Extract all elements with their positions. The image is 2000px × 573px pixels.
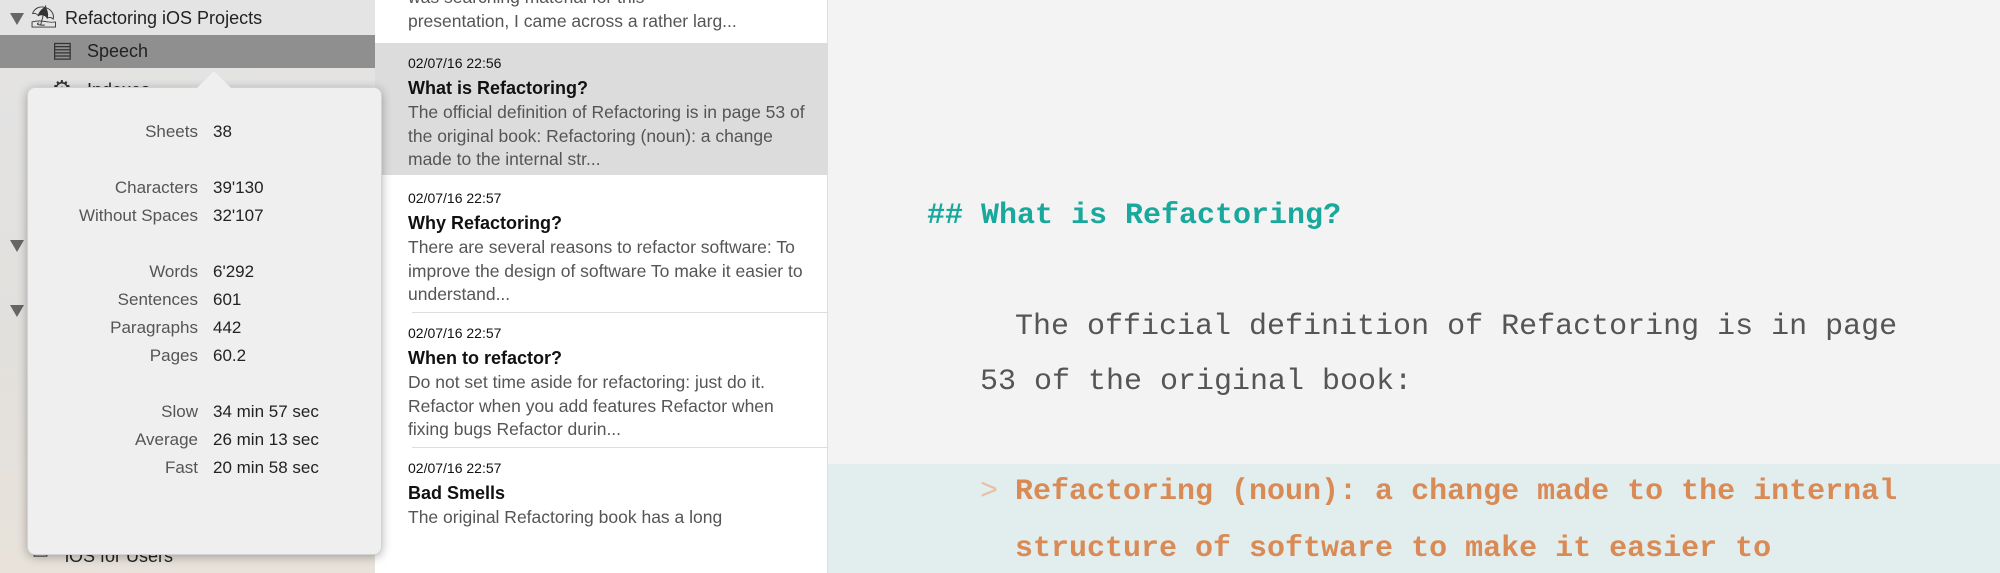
stat-row: Average 26 min 13 sec xyxy=(28,430,383,452)
stat-label: Without Spaces xyxy=(78,206,198,225)
stat-label: Sentences xyxy=(117,290,198,309)
item-date: 02/07/16 22:57 xyxy=(408,325,502,341)
item-date: 02/07/16 22:57 xyxy=(408,460,502,476)
stat-row: Words 6'292 xyxy=(28,262,383,284)
stat-label: Characters xyxy=(114,178,198,197)
stat-value: 34 min 57 sec xyxy=(213,402,319,421)
stat-value: 601 xyxy=(213,290,242,309)
disclosure-triangle-icon[interactable] xyxy=(10,13,24,25)
keynote-icon: ⛱ xyxy=(30,4,58,29)
stat-value: 39'130 xyxy=(213,178,264,197)
item-date: 02/07/16 22:56 xyxy=(408,55,502,71)
sidebar-item-project[interactable]: ⛱ Refactoring iOS Projects xyxy=(0,2,375,35)
stat-label: Average xyxy=(134,430,198,449)
item-preview: The original Refactoring book has a long xyxy=(408,507,723,527)
stat-label: Paragraphs xyxy=(110,318,198,337)
sidebar-item-label: Refactoring iOS Projects xyxy=(65,8,263,28)
stat-label: Fast xyxy=(164,458,198,477)
stat-label: Pages xyxy=(149,346,198,365)
stat-row: Without Spaces 32'107 xyxy=(28,206,383,228)
stat-row: Pages 60.2 xyxy=(28,346,383,368)
sheet-list: was searching material for this presenta… xyxy=(375,0,832,573)
popover-arrow xyxy=(196,71,232,89)
item-preview: There are several reasons to refactor so… xyxy=(408,237,803,304)
statistics-popover: Sheets 38 Characters 39'130 Without Spaces 32… xyxy=(27,71,383,555)
stat-label: Slow xyxy=(161,402,198,421)
stat-row: Fast 20 min 58 sec xyxy=(28,458,383,480)
quote-marker: > xyxy=(980,475,999,509)
sidebar-item-label: Speech xyxy=(87,41,149,61)
item-title: Why Refactoring? xyxy=(408,213,563,233)
preview-line: presentation, I came across a rather lar… xyxy=(408,10,737,31)
item-date: 02/07/16 22:57 xyxy=(408,190,502,206)
stat-row: Sheets 38 xyxy=(28,122,383,144)
stat-value: 442 xyxy=(213,318,242,337)
stat-value: 20 min 58 sec xyxy=(213,458,319,477)
editor-heading: ## What is Refactoring? xyxy=(927,199,1342,233)
editor-paragraph-line: 53 of the original book: xyxy=(980,365,1413,399)
stat-label: Words xyxy=(149,262,198,281)
stat-row: Sentences 601 xyxy=(28,290,383,312)
list-item[interactable]: 02/07/16 22:56 What is Refactoring? The … xyxy=(375,43,827,175)
disclosure-triangle-icon[interactable] xyxy=(10,305,24,317)
stat-value: 6'292 xyxy=(213,262,255,281)
blockquote: > Refactoring (noun): a change made to t… xyxy=(828,464,2000,573)
item-title: What is Refactoring? xyxy=(408,78,589,98)
stat-value: 60.2 xyxy=(213,346,247,365)
stat-row: Paragraphs 442 xyxy=(28,318,383,340)
sidebar-item-speech[interactable]: ▤ Speech xyxy=(0,35,375,68)
stat-value: 38 xyxy=(213,122,232,141)
stat-row: Slow 34 min 57 sec xyxy=(28,402,383,424)
preview-line: was searching material for this xyxy=(408,0,737,10)
stat-label: Sheets xyxy=(145,122,198,141)
document-icon: ▤ xyxy=(52,37,73,62)
list-item[interactable]: 02/07/16 22:57 Bad Smells The original R… xyxy=(375,448,827,573)
quote-line: structure of software to make it easier … xyxy=(1015,532,1772,566)
item-preview: Do not set time aside for refactoring: j… xyxy=(408,372,774,439)
editor[interactable]: ## What is Refactoring? The official def… xyxy=(828,0,2000,573)
stat-value: 32'107 xyxy=(213,206,264,225)
quote-line: Refactoring (noun): a change made to the… xyxy=(1015,475,1898,509)
disclosure-triangle-icon[interactable] xyxy=(10,240,24,252)
editor-paragraph-line: The official definition of Refactoring i… xyxy=(1015,310,1898,344)
partial-preview: was searching material for this presenta… xyxy=(408,0,737,33)
item-title: Bad Smells xyxy=(408,483,506,503)
item-title: When to refactor? xyxy=(408,348,563,368)
stat-value: 26 min 13 sec xyxy=(213,430,319,449)
stat-row: Characters 39'130 xyxy=(28,178,383,200)
list-item[interactable]: 02/07/16 22:57 When to refactor? Do not … xyxy=(375,313,827,447)
list-item[interactable]: 02/07/16 22:57 Why Refactoring? There ar… xyxy=(375,178,827,312)
item-preview: The official definition of Refactoring i… xyxy=(408,102,805,169)
